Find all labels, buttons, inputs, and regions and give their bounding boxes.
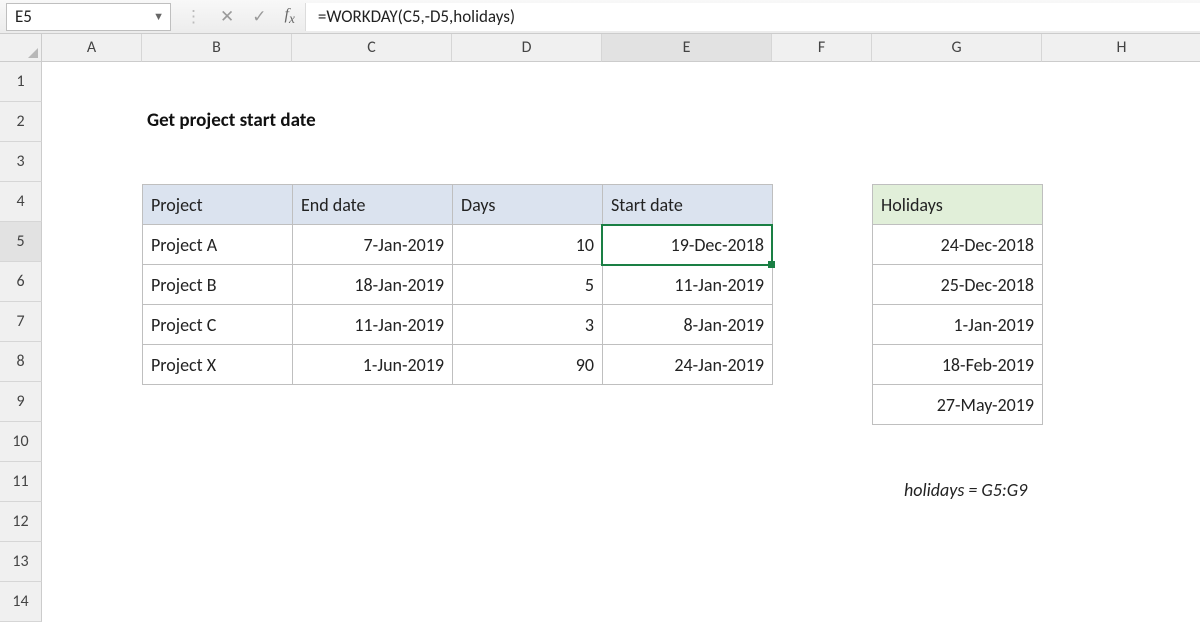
row-headers: 1234567891011121314 [0, 62, 42, 622]
row-header-3[interactable]: 3 [0, 142, 42, 182]
cell-end-date[interactable]: 7-Jan-2019 [293, 225, 453, 265]
name-box-value: E5 [15, 6, 32, 27]
column-header-H[interactable]: H [1042, 34, 1200, 62]
cell-end-date[interactable]: 1-Jun-2019 [293, 345, 453, 385]
cell-holiday[interactable]: 24-Dec-2018 [873, 225, 1043, 265]
row-header-14[interactable]: 14 [0, 582, 42, 622]
cell-start-date[interactable]: 8-Jan-2019 [603, 305, 773, 345]
table-row: Project A 7-Jan-2019 10 19-Dec-2018 [143, 225, 773, 265]
row-header-11[interactable]: 11 [0, 462, 42, 502]
cell-start-date[interactable]: 24-Jan-2019 [603, 345, 773, 385]
worksheet-title: Get project start date [147, 109, 316, 132]
header-end-date[interactable]: End date [293, 185, 453, 225]
cell-days[interactable]: 90 [453, 345, 603, 385]
cell-holiday[interactable]: 18-Feb-2019 [873, 345, 1043, 385]
divider-icon: ⋮ [185, 6, 202, 27]
table-row: Project C 11-Jan-2019 3 8-Jan-2019 [143, 305, 773, 345]
cell-end-date[interactable]: 18-Jan-2019 [293, 265, 453, 305]
row-header-8[interactable]: 8 [0, 342, 42, 382]
name-box[interactable]: E5 ▼ [6, 3, 171, 31]
row-header-7[interactable]: 7 [0, 302, 42, 342]
select-all-corner[interactable] [0, 34, 42, 62]
holidays-table: Holidays 24-Dec-2018 25-Dec-2018 1-Jan-2… [872, 184, 1043, 425]
cell-project[interactable]: Project B [143, 265, 293, 305]
cancel-icon[interactable]: ✕ [220, 6, 234, 27]
table-row: Project B 18-Jan-2019 5 11-Jan-2019 [143, 265, 773, 305]
spreadsheet-grid: ABCDEFGH 1234567891011121314 Get project… [0, 34, 1200, 630]
formula-bar: E5 ▼ ⋮ ✕ ✓ fx =WORKDAY(C5,-D5,holidays) [0, 0, 1200, 34]
formula-bar-icons: ⋮ ✕ ✓ fx [175, 6, 305, 27]
column-header-A[interactable]: A [42, 34, 142, 62]
cell-holiday[interactable]: 25-Dec-2018 [873, 265, 1043, 305]
table-header-row: Project End date Days Start date [143, 185, 773, 225]
row-header-6[interactable]: 6 [0, 262, 42, 302]
cell-holiday[interactable]: 27-May-2019 [873, 385, 1043, 425]
row-header-1[interactable]: 1 [0, 62, 42, 102]
header-project[interactable]: Project [143, 185, 293, 225]
row-header-5[interactable]: 5 [0, 222, 42, 262]
header-start-date[interactable]: Start date [603, 185, 773, 225]
note-text: holidays = G5:G9 [904, 479, 1027, 501]
row-header-4[interactable]: 4 [0, 182, 42, 222]
cell-days[interactable]: 5 [453, 265, 603, 305]
row-header-13[interactable]: 13 [0, 542, 42, 582]
column-headers: ABCDEFGH [42, 34, 1200, 62]
cell-project[interactable]: Project C [143, 305, 293, 345]
table-row: Project X 1-Jun-2019 90 24-Jan-2019 [143, 345, 773, 385]
header-holidays[interactable]: Holidays [873, 185, 1043, 225]
cell-start-date[interactable]: 19-Dec-2018 [603, 225, 773, 265]
column-header-D[interactable]: D [452, 34, 602, 62]
row-header-10[interactable]: 10 [0, 422, 42, 462]
column-header-E[interactable]: E [602, 34, 772, 62]
column-header-C[interactable]: C [292, 34, 452, 62]
cell-end-date[interactable]: 11-Jan-2019 [293, 305, 453, 345]
cells-area[interactable]: Get project start date Project End date … [42, 62, 1200, 630]
fx-icon[interactable]: fx [285, 6, 295, 27]
cell-project[interactable]: Project A [143, 225, 293, 265]
formula-text: =WORKDAY(C5,-D5,holidays) [318, 6, 515, 27]
row-header-12[interactable]: 12 [0, 502, 42, 542]
row-header-2[interactable]: 2 [0, 102, 42, 142]
enter-icon[interactable]: ✓ [252, 6, 266, 27]
cell-days[interactable]: 10 [453, 225, 603, 265]
cell-holiday[interactable]: 1-Jan-2019 [873, 305, 1043, 345]
column-header-B[interactable]: B [142, 34, 292, 62]
cell-project[interactable]: Project X [143, 345, 293, 385]
column-header-F[interactable]: F [772, 34, 872, 62]
row-header-9[interactable]: 9 [0, 382, 42, 422]
column-header-G[interactable]: G [872, 34, 1042, 62]
formula-input[interactable]: =WORKDAY(C5,-D5,holidays) [305, 3, 1200, 31]
cell-start-date[interactable]: 11-Jan-2019 [603, 265, 773, 305]
projects-table: Project End date Days Start date Project… [142, 184, 773, 385]
cell-days[interactable]: 3 [453, 305, 603, 345]
name-box-dropdown-icon[interactable]: ▼ [153, 10, 164, 23]
header-days[interactable]: Days [453, 185, 603, 225]
